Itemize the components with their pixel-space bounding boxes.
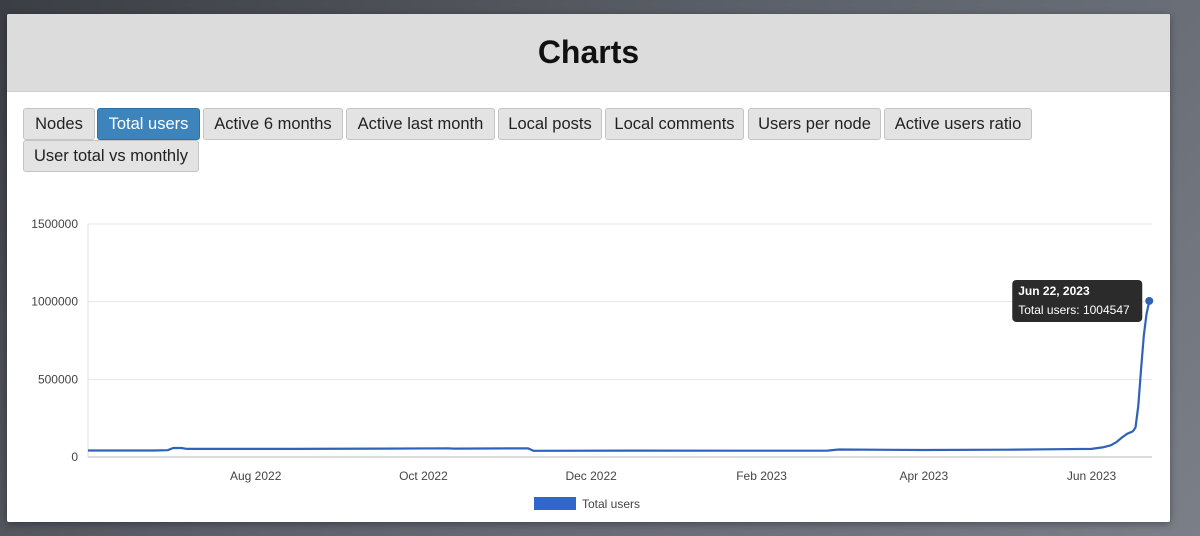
series-point-highlight[interactable] [1145, 296, 1154, 305]
tab-local-posts[interactable]: Local posts [498, 108, 602, 140]
tooltip-title: Jun 22, 2023 [1018, 284, 1090, 298]
y-tick-label: 1000000 [31, 295, 78, 309]
x-tick-label: Apr 2023 [899, 469, 948, 483]
x-tick-label: Feb 2023 [736, 469, 787, 483]
tab-active-last-month[interactable]: Active last month [346, 108, 495, 140]
tab-local-comments[interactable]: Local comments [605, 108, 744, 140]
tab-nodes[interactable]: Nodes [23, 108, 95, 140]
chart-area: 0 500000 1000000 1500000 Aug 2022 Oct 2022 Dec… [7, 194, 1170, 522]
tooltip-value: Total users: 1004547 [1018, 303, 1130, 317]
y-tick-label: 500000 [38, 372, 78, 386]
x-tick-label: Dec 2022 [565, 469, 617, 483]
page-title: Charts [537, 34, 640, 70]
legend-label-total-users: Total users [582, 497, 640, 511]
legend-swatch [534, 497, 576, 510]
total-users-line-chart: 0 500000 1000000 1500000 Aug 2022 Oct 2022 Dec… [31, 217, 1154, 511]
card-header: Charts [7, 14, 1170, 92]
tab-total-users[interactable]: Total users [97, 108, 200, 140]
tab-users-per-node[interactable]: Users per node [748, 108, 881, 140]
y-tick-label: 0 [71, 450, 78, 464]
x-tick-label: Jun 2023 [1067, 469, 1117, 483]
x-tick-label: Aug 2022 [230, 469, 282, 483]
charts-card: Charts Nodes Total users Active 6 months… [7, 14, 1170, 522]
series-line-total-users [88, 300, 1151, 452]
tab-active-users-ratio[interactable]: Active users ratio [884, 108, 1032, 140]
x-tick-label: Oct 2022 [399, 469, 448, 483]
tab-user-total-vs-monthly[interactable]: User total vs monthly [23, 140, 199, 172]
tab-active-6-months[interactable]: Active 6 months [203, 108, 343, 140]
y-tick-label: 1500000 [31, 217, 78, 231]
